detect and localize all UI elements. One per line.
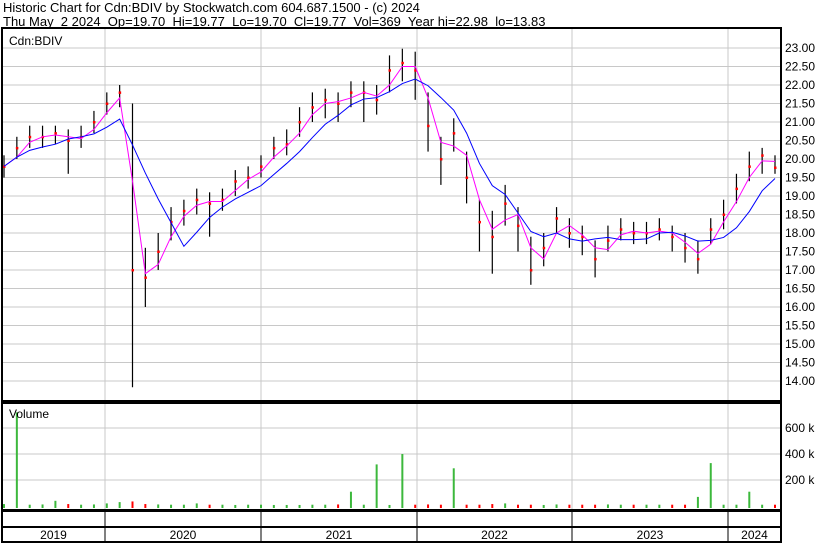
- close-marker: [555, 217, 559, 220]
- price-tick-label: 21.50: [785, 97, 815, 111]
- close-marker: [401, 61, 404, 65]
- close-marker: [761, 154, 764, 157]
- close-marker: [28, 135, 32, 139]
- close-marker: [735, 187, 738, 191]
- price-tick-label: 16.00: [785, 300, 815, 314]
- close-marker: [92, 121, 96, 124]
- price-tick-label: 17.50: [785, 245, 815, 259]
- volume-tick-label: 200 k: [785, 473, 815, 487]
- year-label: 2019: [40, 528, 67, 542]
- close-marker: [722, 213, 726, 216]
- short-moving-average-line: [3, 66, 776, 275]
- year-label: 2022: [481, 528, 508, 542]
- close-marker: [452, 132, 456, 135]
- close-marker: [311, 106, 314, 109]
- close-marker: [182, 209, 186, 213]
- close-marker: [349, 91, 353, 94]
- price-tick-label: 20.50: [785, 134, 815, 148]
- price-tick-label: 18.50: [785, 208, 815, 222]
- price-tick-label: 14.50: [785, 356, 815, 370]
- price-tick-label: 18.00: [785, 226, 815, 240]
- price-tick-label: 23.00: [785, 41, 815, 55]
- price-tick-label: 15.00: [785, 337, 815, 351]
- close-marker: [375, 98, 379, 102]
- volume-tick-label: 400 k: [785, 447, 815, 461]
- price-tick-label: 22.50: [785, 60, 815, 74]
- symbol-label: Cdn:BDIV: [9, 34, 62, 48]
- close-marker: [337, 102, 340, 105]
- close-marker: [619, 228, 623, 231]
- close-marker: [195, 198, 199, 202]
- close-marker: [478, 220, 481, 224]
- volume-label: Volume: [9, 407, 49, 421]
- price-tick-label: 15.50: [785, 319, 815, 333]
- close-marker: [504, 202, 507, 205]
- close-marker: [272, 146, 276, 150]
- price-tick-label: 17.00: [785, 263, 815, 277]
- close-marker: [324, 98, 327, 102]
- price-tick-label: 19.50: [785, 171, 815, 185]
- close-marker: [427, 124, 430, 128]
- price-volume-chart: Cdn:BDIV Volume 14.00 14.50 15.00 15.50 16.0…: [1, 27, 815, 543]
- year-label: 2024: [741, 528, 768, 542]
- volume-tick-label: 600 k: [785, 421, 815, 435]
- close-marker: [131, 269, 134, 272]
- close-marker: [709, 228, 713, 231]
- close-marker: [529, 269, 533, 272]
- close-marker: [144, 276, 147, 279]
- year-label: 2021: [326, 528, 353, 542]
- close-marker: [491, 235, 494, 239]
- close-marker: [439, 158, 443, 161]
- year-label: 2020: [170, 528, 197, 542]
- close-marker: [105, 102, 109, 105]
- year-label: 2023: [637, 528, 664, 542]
- close-marker: [684, 246, 687, 250]
- price-tick-label: 19.00: [785, 189, 815, 203]
- price-tick-label: 21.00: [785, 115, 815, 129]
- close-marker: [260, 165, 263, 168]
- close-marker: [658, 228, 661, 231]
- close-marker: [118, 91, 122, 94]
- volume-pane-frame: [1, 402, 782, 511]
- close-marker: [632, 232, 636, 235]
- close-marker: [671, 235, 674, 239]
- close-marker: [568, 232, 571, 235]
- close-marker: [54, 132, 57, 135]
- close-marker: [774, 166, 777, 170]
- price-tick-label: 16.50: [785, 282, 815, 296]
- stock-chart: Historic Chart for Cdn:BDIV by Stockwatc…: [0, 0, 830, 543]
- price-tick-label: 20.00: [785, 152, 815, 166]
- close-marker: [594, 257, 597, 261]
- close-marker: [15, 146, 19, 150]
- close-marker: [465, 176, 469, 179]
- close-marker: [606, 239, 610, 242]
- close-marker: [208, 202, 212, 205]
- close-marker: [67, 139, 70, 142]
- close-marker: [517, 224, 520, 228]
- price-tick-label: 14.00: [785, 374, 815, 388]
- close-marker: [388, 69, 391, 72]
- close-marker: [542, 246, 546, 250]
- price-tick-label: 22.00: [785, 78, 815, 92]
- close-marker: [696, 257, 700, 261]
- close-marker: [298, 121, 302, 124]
- close-marker: [748, 165, 751, 168]
- close-marker: [234, 180, 237, 183]
- close-marker: [157, 250, 160, 253]
